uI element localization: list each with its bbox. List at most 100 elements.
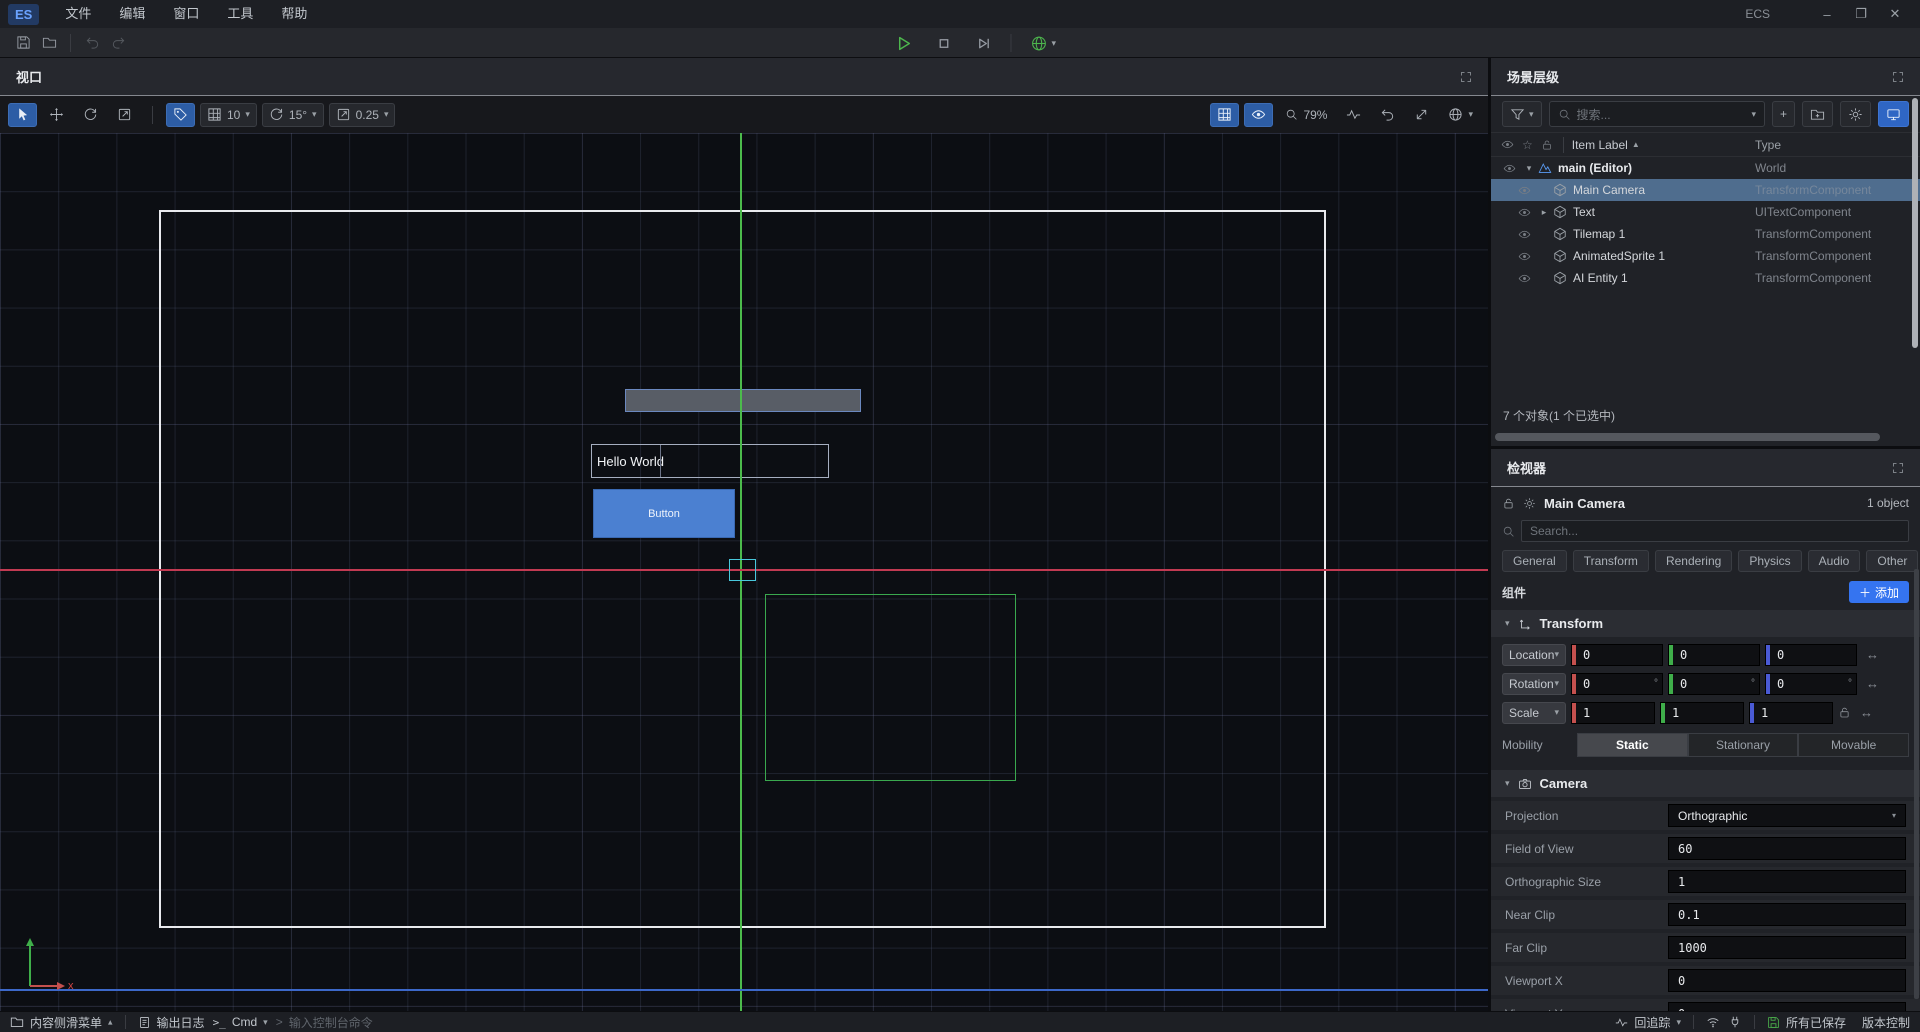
minimize-button[interactable]: –: [1810, 0, 1844, 28]
location-y-field[interactable]: 0: [1668, 644, 1760, 666]
rotation-snap-dropdown[interactable]: 15°▾: [262, 103, 324, 127]
fit-view-button[interactable]: [1407, 103, 1436, 127]
menu-help[interactable]: 帮助: [267, 0, 321, 28]
mobility-stationary-option[interactable]: Stationary: [1688, 733, 1799, 757]
hierarchy-column-header[interactable]: ☆ Item Label ▲ Type: [1491, 132, 1920, 157]
version-control-button[interactable]: 版本控制: [1862, 1014, 1910, 1031]
viewport-x-field[interactable]: 0: [1668, 969, 1906, 992]
chevron-down-icon[interactable]: ▾: [1505, 778, 1510, 789]
scene-text-object[interactable]: Hello World: [591, 444, 829, 478]
open-project-button[interactable]: [36, 31, 62, 55]
mobility-static-option[interactable]: Static: [1577, 733, 1688, 757]
viewport-y-field[interactable]: 0: [1668, 1002, 1906, 1011]
save-status[interactable]: 所有已保存: [1767, 1014, 1846, 1031]
scale-snap-dropdown[interactable]: 0.25▾: [329, 103, 396, 127]
network-status-icon[interactable]: [1706, 1015, 1720, 1029]
inspector-vertical-scrollbar[interactable]: [1914, 569, 1919, 999]
tab-rendering[interactable]: Rendering: [1655, 550, 1732, 572]
hierarchy-horizontal-scrollbar[interactable]: [1495, 433, 1880, 441]
link-values-icon[interactable]: ↔: [1866, 647, 1879, 662]
eye-icon[interactable]: [1518, 272, 1531, 285]
inspector-expand-icon[interactable]: [1892, 462, 1904, 474]
eye-icon[interactable]: [1503, 162, 1516, 175]
chevron-down-icon[interactable]: ▾: [1522, 163, 1536, 174]
plugin-status-icon[interactable]: [1728, 1015, 1742, 1029]
eye-icon[interactable]: [1518, 250, 1531, 263]
hierarchy-vertical-scrollbar[interactable]: [1912, 98, 1918, 348]
stop-button[interactable]: [930, 31, 956, 55]
move-tool-button[interactable]: [42, 103, 71, 127]
viewport-expand-icon[interactable]: [1460, 71, 1472, 83]
eye-icon[interactable]: [1518, 206, 1531, 219]
tree-row-text[interactable]: ▸ Text UITextComponent: [1491, 201, 1920, 223]
platform-globe-button[interactable]: [1025, 31, 1051, 55]
add-entity-button[interactable]: +: [1772, 101, 1795, 127]
location-z-field[interactable]: 0: [1765, 644, 1857, 666]
visibility-button[interactable]: [1244, 103, 1273, 127]
eye-icon[interactable]: [1518, 228, 1531, 241]
close-button[interactable]: ✕: [1878, 0, 1912, 28]
chevron-right-icon[interactable]: ▸: [1537, 207, 1551, 218]
tab-other[interactable]: Other: [1866, 550, 1918, 572]
select-tool-button[interactable]: [8, 103, 37, 127]
snap-toggle-button[interactable]: [166, 103, 195, 127]
menu-tools[interactable]: 工具: [213, 0, 267, 28]
tree-row-main-camera[interactable]: Main Camera TransformComponent: [1491, 179, 1920, 201]
scale-tool-button[interactable]: [110, 103, 139, 127]
transform-section-header[interactable]: ▾ Transform: [1491, 610, 1920, 637]
undo-button[interactable]: [79, 31, 105, 55]
field-of-view-field[interactable]: 60: [1668, 837, 1906, 860]
view-mode-button[interactable]: [1878, 101, 1909, 127]
rotate-tool-button[interactable]: [76, 103, 105, 127]
rotation-dropdown[interactable]: Rotation▾: [1502, 673, 1566, 695]
chevron-down-icon[interactable]: ▾: [1505, 618, 1510, 629]
menu-file[interactable]: 文件: [51, 0, 105, 28]
rotation-x-field[interactable]: 0°: [1571, 673, 1663, 695]
grid-snap-dropdown[interactable]: 10▾: [200, 103, 257, 127]
link-values-icon[interactable]: ↔: [1860, 705, 1873, 720]
tree-row-world[interactable]: ▾ main (Editor) World: [1491, 157, 1920, 179]
reset-view-button[interactable]: [1373, 103, 1402, 127]
save-button[interactable]: [10, 31, 36, 55]
hierarchy-settings-button[interactable]: [1840, 101, 1871, 127]
camera-section-header[interactable]: ▾ Camera: [1491, 770, 1920, 797]
tree-row-ai-entity[interactable]: AI Entity 1 TransformComponent: [1491, 267, 1920, 289]
scale-x-field[interactable]: 1: [1571, 702, 1655, 724]
column-item-label[interactable]: Item Label: [1572, 138, 1628, 152]
traceback-dropdown[interactable]: 回追踪 ▾: [1615, 1014, 1681, 1031]
gear-icon[interactable]: [1523, 497, 1536, 510]
tree-row-tilemap[interactable]: Tilemap 1 TransformComponent: [1491, 223, 1920, 245]
cmd-dropdown[interactable]: >_ Cmd ▾: [213, 1015, 268, 1029]
step-button[interactable]: [970, 31, 996, 55]
scale-y-field[interactable]: 1: [1660, 702, 1744, 724]
menu-edit[interactable]: 编辑: [105, 0, 159, 28]
near-clip-field[interactable]: 0.1: [1668, 903, 1906, 926]
world-view-dropdown[interactable]: ▾: [1441, 103, 1480, 127]
lock-icon[interactable]: [1502, 497, 1515, 510]
hierarchy-search-input[interactable]: 搜索... ▾: [1549, 101, 1765, 127]
redo-button[interactable]: [105, 31, 131, 55]
grid-visibility-button[interactable]: [1210, 103, 1239, 127]
far-clip-field[interactable]: 1000: [1668, 936, 1906, 959]
scene-canvas[interactable]: Hello World Button x: [0, 133, 1488, 1011]
inspector-search-input[interactable]: Search...: [1521, 520, 1909, 542]
mobility-movable-option[interactable]: Movable: [1798, 733, 1909, 757]
stats-button[interactable]: [1339, 103, 1368, 127]
menu-window[interactable]: 窗口: [159, 0, 213, 28]
tab-physics[interactable]: Physics: [1738, 550, 1801, 572]
orthographic-size-field[interactable]: 1: [1668, 870, 1906, 893]
rotation-z-field[interactable]: 0°: [1765, 673, 1857, 695]
filter-button[interactable]: ▾: [1502, 101, 1542, 127]
new-folder-button[interactable]: [1802, 101, 1833, 127]
platform-chevron-icon[interactable]: ▾: [1051, 38, 1056, 49]
link-values-icon[interactable]: ↔: [1866, 676, 1879, 691]
tab-general[interactable]: General: [1502, 550, 1567, 572]
scale-lock-icon[interactable]: [1838, 706, 1851, 719]
scene-green-region[interactable]: [765, 594, 1016, 781]
location-dropdown[interactable]: Location▾: [1502, 644, 1566, 666]
eye-icon[interactable]: [1518, 184, 1531, 197]
projection-dropdown[interactable]: Orthographic ▾: [1668, 804, 1906, 827]
console-command-input[interactable]: > 输入控制台命令: [276, 1014, 373, 1031]
tab-audio[interactable]: Audio: [1808, 550, 1861, 572]
tree-row-animatedsprite[interactable]: AnimatedSprite 1 TransformComponent: [1491, 245, 1920, 267]
